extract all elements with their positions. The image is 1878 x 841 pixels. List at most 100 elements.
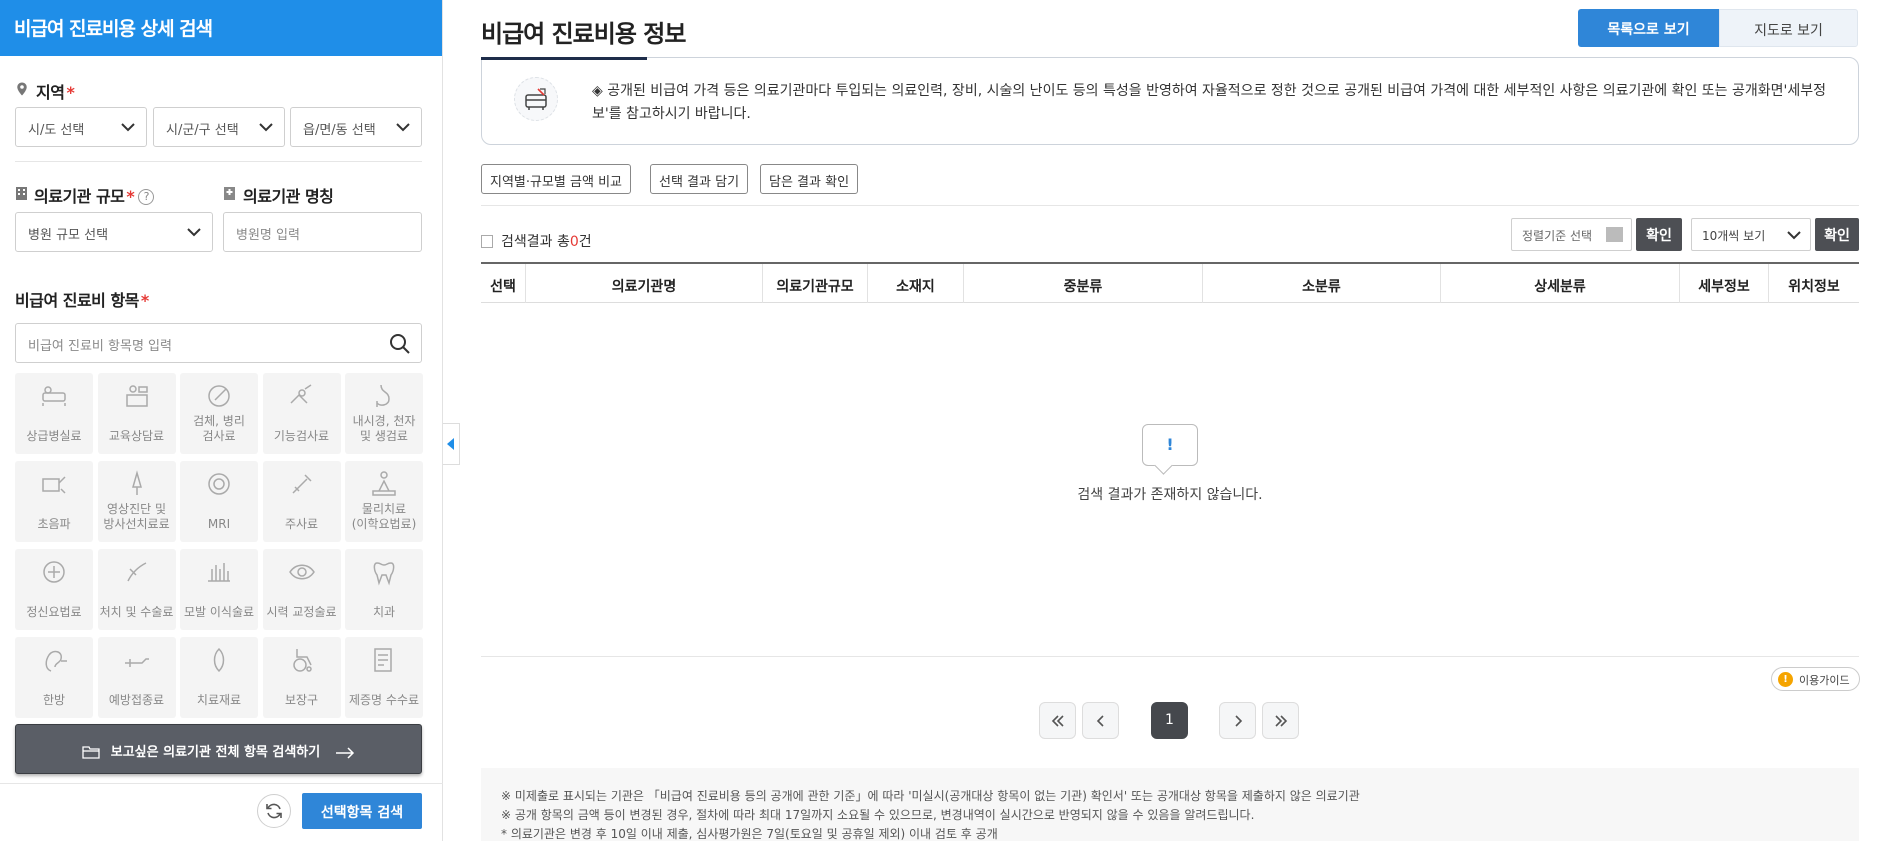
last-page-button[interactable] (1262, 702, 1299, 739)
category-19[interactable]: 보장구 (262, 637, 341, 718)
tab-list-view[interactable]: 목록으로 보기 (1578, 9, 1719, 47)
category-2[interactable]: 교육상담료 (97, 373, 176, 454)
column-header: 소재지 (868, 264, 964, 303)
view-saved-button[interactable]: 담은 결과 확인 (760, 164, 859, 194)
column-header: 선택 (481, 264, 526, 303)
sido-select[interactable]: 시/도 선택 (15, 107, 147, 147)
chevron-down-icon (187, 228, 201, 237)
category-18[interactable]: 치료재료 (180, 637, 258, 718)
category-label-line: 물리치료 (361, 502, 407, 516)
category-label-line: 시력 교정술료 (266, 605, 337, 619)
category-label: 상급병실료 (15, 429, 93, 444)
category-9[interactable]: 주사료 (262, 461, 341, 542)
page-button-current[interactable]: 1 (1151, 702, 1188, 739)
category-label: 모발 이식술료 (180, 605, 258, 620)
notice-text: ◈ 공개된 비급여 가격 등은 의료기관마다 투입되는 의료인력, 장비, 시술… (592, 83, 1827, 122)
info-icon: ! (1778, 672, 1793, 687)
collapse-arrow-icon (447, 438, 454, 450)
category-4[interactable]: 기능검사료 (262, 373, 341, 454)
search-icon[interactable] (389, 333, 411, 355)
wheelchair-icon (292, 649, 312, 672)
bed-icon (42, 386, 66, 406)
category-label-line: 영상진단 및 (106, 502, 166, 516)
category-label-line: 치료재료 (196, 693, 242, 707)
category-label: 물리치료 (이학요법료) (345, 502, 423, 532)
category-5[interactable]: 내시경, 천자 및 생검료 (345, 373, 423, 454)
category-label: 주사료 (263, 517, 341, 532)
tooth-icon (373, 562, 395, 586)
category-12[interactable]: 처치 및 수술료 (97, 549, 176, 630)
category-3[interactable]: 검체, 병리 검사료 (180, 373, 258, 454)
category-label-line: 초음파 (37, 517, 71, 531)
search-all-items-button[interactable]: 보고싶은 의료기관 전체 항목 검색하기 (15, 724, 422, 774)
tab-map-view[interactable]: 지도로 보기 (1719, 9, 1858, 47)
refresh-icon (266, 803, 282, 819)
usage-guide-button[interactable]: ! 이용가이드 (1771, 667, 1860, 691)
category-13[interactable]: 모발 이식술료 (180, 549, 258, 630)
sort-confirm-button[interactable]: 확인 (1636, 218, 1682, 251)
category-label: 보장구 (263, 693, 341, 708)
category-label: 교육상담료 (98, 429, 176, 444)
panel-title: 비급여 진료비용 상세 검색 (0, 0, 442, 56)
footnote: * 의료기관은 변경 후 10일 이내 제출, 심사평가원은 7일(토요일 및 … (501, 827, 998, 841)
category-label: 정신요법료 (15, 605, 93, 620)
category-8[interactable]: MRI (180, 461, 258, 542)
mri-icon (208, 473, 230, 495)
column-header: 세부정보 (1680, 264, 1769, 303)
footnote: ※ 공개 항목의 금액 등이 변경된 경우, 절차에 따라 최대 17일까지 소… (501, 808, 1255, 822)
next-page-button[interactable] (1219, 702, 1256, 739)
function-test-icon (289, 384, 311, 404)
panel-collapse-toggle[interactable] (443, 423, 460, 465)
category-17[interactable]: 예방접종료 (97, 637, 176, 718)
sort-select[interactable]: 정렬기준 선택 (1511, 218, 1632, 251)
per-page-confirm-button[interactable]: 확인 (1815, 218, 1859, 251)
category-14[interactable]: 시력 교정술료 (262, 549, 341, 630)
category-label: 제증명 수수료 (345, 693, 423, 708)
search-selected-button[interactable]: 선택항목 검색 (302, 793, 422, 829)
category-label-line: 교육상담료 (108, 429, 165, 443)
category-label: 초음파 (15, 517, 93, 532)
material-icon (213, 647, 225, 673)
chevron-down-icon (121, 123, 135, 132)
item-search-input[interactable]: 비급여 진료비 항목명 입력 (15, 323, 422, 363)
category-7[interactable]: 영상진단 및 방사선치료료 (97, 461, 176, 542)
category-11[interactable]: 정신요법료 (15, 549, 93, 630)
building-icon (16, 187, 27, 200)
category-10[interactable]: 물리치료 (이학요법료) (345, 461, 423, 542)
sigungu-select[interactable]: 시/군/구 선택 (153, 107, 285, 147)
region-label: 지역 * (36, 83, 75, 102)
prev-page-button[interactable] (1082, 702, 1119, 739)
document-icon (481, 235, 493, 248)
eupmyeon-select[interactable]: 읍/면/동 선택 (290, 107, 422, 147)
category-1[interactable]: 상급병실료 (15, 373, 93, 454)
column-header: 위치정보 (1788, 279, 1840, 295)
category-6[interactable]: 초음파 (15, 461, 93, 542)
category-label: 예방접종료 (98, 693, 176, 708)
per-page-select[interactable]: 10개씩 보기 (1691, 218, 1811, 251)
page-title: 비급여 진료비용 정보 (481, 20, 686, 48)
category-label-line: 치과 (372, 605, 396, 619)
compare-by-region-button[interactable]: 지역별·규모별 금액 비교 (481, 164, 631, 194)
category-label: 시력 교정술료 (263, 605, 341, 620)
category-label-line: 한방 (42, 693, 66, 707)
column-header: 소분류 (1203, 264, 1441, 303)
category-15[interactable]: 치과 (345, 549, 423, 630)
divider (15, 161, 422, 162)
reset-button[interactable] (257, 794, 291, 828)
category-16[interactable]: 한방 (15, 637, 93, 718)
category-label: 내시경, 천자 및 생검료 (345, 414, 423, 444)
footnote: ※ 미제출로 표시되는 기관은 「비급여 진료비용 등의 공개에 관한 기준」에… (501, 789, 1360, 803)
category-label: 한방 (15, 693, 93, 708)
help-icon[interactable]: ? (138, 189, 155, 205)
save-selection-button[interactable]: 선택 결과 담기 (650, 164, 749, 194)
hospital-name-input[interactable]: 병원명 입력 (223, 212, 422, 252)
category-label-line: 내시경, 천자 (352, 414, 416, 428)
scale-select[interactable]: 병원 규모 선택 (15, 212, 213, 252)
hair-transplant-icon (208, 563, 230, 582)
category-20[interactable]: 제증명 수수료 (345, 637, 423, 718)
first-page-button[interactable] (1039, 702, 1076, 739)
view-toggle: 목록으로 보기 지도로 보기 (1578, 9, 1858, 47)
notice-accent (481, 57, 647, 60)
last-page-icon (1275, 715, 1288, 727)
endoscope-icon (376, 384, 390, 407)
